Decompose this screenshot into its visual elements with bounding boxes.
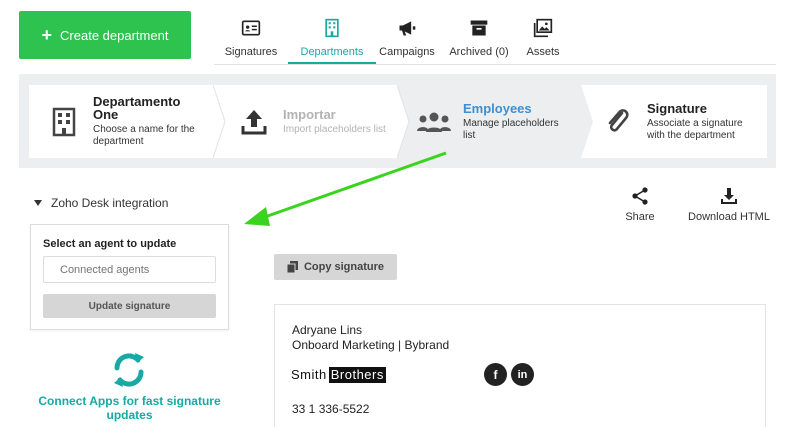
tab-assets[interactable]: Assets xyxy=(520,10,566,64)
main-tabs: Signatures Departments Campaigns Archive… xyxy=(214,10,566,64)
step-title: Importar xyxy=(283,106,336,122)
tab-campaigns[interactable]: Campaigns xyxy=(376,10,438,64)
step-description-line2: department xyxy=(93,136,144,147)
connected-agents-input[interactable] xyxy=(43,256,216,283)
step-description: Associate a signature xyxy=(647,117,743,129)
zoho-integration-toggle[interactable]: Zoho Desk integration xyxy=(34,196,168,210)
signature-role: Onboard Marketing | Bybrand xyxy=(292,338,450,352)
images-icon xyxy=(533,18,553,38)
steps-panel: Departamento One Choose a name for the d… xyxy=(19,74,776,168)
tab-departments[interactable]: Departments xyxy=(288,10,376,64)
tab-signatures[interactable]: Signatures xyxy=(214,10,288,64)
step-description-line2: with the department xyxy=(647,129,735,141)
upload-icon xyxy=(241,109,267,134)
sync-icon[interactable] xyxy=(109,350,149,390)
step-separator-chevron xyxy=(581,85,593,158)
share-label: Share xyxy=(625,211,655,223)
copy-icon xyxy=(286,261,298,273)
tab-label: Departments xyxy=(300,46,364,58)
step-import[interactable]: Importar Import placeholders list xyxy=(213,85,397,158)
step-title-line2: One xyxy=(93,107,119,122)
copy-signature-button[interactable]: Copy signature xyxy=(274,254,397,280)
building-icon xyxy=(52,107,76,136)
zoho-toggle-label: Zoho Desk integration xyxy=(51,196,169,210)
step-separator-chevron xyxy=(213,85,226,158)
create-department-label: Create department xyxy=(60,27,169,43)
signature-name: Adryane Lins xyxy=(292,323,363,337)
megaphone-icon xyxy=(399,21,416,36)
step-description: Choose a name for the xyxy=(93,124,195,135)
tab-label: Campaigns xyxy=(379,46,435,58)
update-signature-button[interactable]: Update signature xyxy=(43,294,216,318)
download-icon xyxy=(721,188,737,204)
tab-label: Assets xyxy=(526,46,560,58)
tab-archived[interactable]: Archived (0) xyxy=(438,10,520,64)
logo-text-part2: Brothers xyxy=(328,367,386,383)
create-department-button[interactable]: + Create department xyxy=(19,11,191,59)
users-icon xyxy=(417,112,451,132)
building-icon xyxy=(325,18,339,38)
share-button[interactable]: Share xyxy=(620,187,660,223)
connect-apps-line1: Connect Apps for fast signature xyxy=(38,394,221,408)
facebook-icon[interactable]: f xyxy=(484,363,507,386)
step-title: Signature xyxy=(647,100,707,116)
step-description: Import placeholders list xyxy=(283,123,386,135)
download-html-button[interactable]: Download HTML xyxy=(684,187,774,223)
step-department[interactable]: Departamento One Choose a name for the d… xyxy=(29,85,213,158)
tab-label: Signatures xyxy=(224,46,278,58)
step-description: Manage placeholders xyxy=(463,117,559,129)
download-label: Download HTML xyxy=(688,211,770,223)
share-icon xyxy=(632,187,648,205)
paperclip-icon xyxy=(608,108,629,132)
connect-apps-link[interactable]: Connect Apps for fast signature updates xyxy=(30,394,229,422)
linkedin-icon[interactable]: in xyxy=(511,363,534,386)
step-description-line2: list xyxy=(463,129,476,141)
caret-down-icon xyxy=(34,200,42,206)
signature-phone: 33 1 336-5522 xyxy=(292,402,370,416)
company-logo: Smith Brothers xyxy=(291,367,386,383)
step-title: Employees xyxy=(463,100,532,116)
archive-box-icon xyxy=(470,20,488,36)
copy-signature-label: Copy signature xyxy=(303,261,385,273)
step-employees[interactable]: Employees Manage placeholders list xyxy=(397,85,581,158)
step-signature[interactable]: Signature Associate a signature with the… xyxy=(581,85,767,158)
plus-icon: + xyxy=(41,25,53,45)
connect-apps-line2: updates xyxy=(106,408,153,422)
id-card-icon xyxy=(241,20,261,36)
signature-preview: Adryane Lins Onboard Marketing | Bybrand… xyxy=(274,304,766,427)
step-separator-chevron xyxy=(397,85,410,158)
zoho-agent-panel: Select an agent to update Update signatu… xyxy=(30,224,229,330)
logo-text-part1: Smith xyxy=(291,367,327,382)
tabs-divider xyxy=(214,64,776,65)
agent-select-label: Select an agent to update xyxy=(43,238,177,250)
tab-label: Archived (0) xyxy=(449,46,509,58)
